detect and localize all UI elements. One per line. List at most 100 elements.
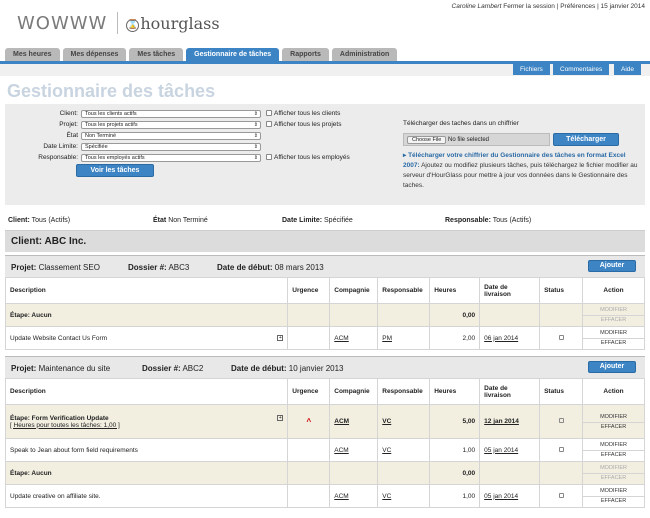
etape-description: Étape: Aucun [4,303,289,327]
user-bar: Caroline Lambert Fermer la session | Pré… [451,3,645,10]
cell-compagnie: ACM [329,404,379,439]
date-limite-select[interactable]: Spécifiée ⇕ [81,143,261,151]
client-select[interactable]: Tous les clients actifs ⇕ [81,110,261,118]
tab-mes-depenses[interactable]: Mes dépenses [62,48,127,61]
status-checkbox[interactable] [558,446,564,452]
modifier-button[interactable]: MODIFIER [583,413,644,422]
col-status: Status [539,378,584,405]
compagnie-link[interactable]: ACM [334,447,348,454]
responsable-link[interactable]: VC [382,493,391,500]
logout-link[interactable]: Fermer la session [503,3,555,10]
table-row: Étape: Aucun 0,00 MODIFIER EFFACER [4,303,645,327]
col-status: Status [539,277,584,304]
compagnie-link[interactable]: ACM [334,418,349,425]
tab-administration[interactable]: Administration [331,48,398,61]
tab-rapports[interactable]: Rapports [282,48,329,61]
projet-filter-label: Projet: [59,121,78,128]
status-checkbox[interactable] [558,334,564,340]
expand-icon[interactable]: + [277,334,284,341]
effacer-button[interactable]: EFFACER [583,450,644,459]
subnav-fichiers[interactable]: Fichiers [513,64,550,75]
modifier-button[interactable]: MODIFIER [583,306,644,315]
date-link[interactable]: 06 jan 2014 [484,335,518,342]
modifier-button[interactable]: MODIFIER [583,464,644,473]
upload-description: Ajoutez ou modifiez plusieurs tâches, pu… [403,162,638,189]
project-value: Classement SEO [38,263,100,272]
cell-empty [479,461,541,485]
responsable-link[interactable]: PM [382,335,392,342]
etape-hours-link[interactable]: [ Heures pour toutes les tâches: 1,00 ] [10,422,120,429]
file-chooser: Choose File No file selected [403,133,550,146]
choose-file-button[interactable]: Choose File [407,136,447,144]
project-name: Projet: Classement SEO [11,263,100,272]
modifier-button[interactable]: MODIFIER [583,329,644,338]
date-link[interactable]: 12 jan 2014 [484,418,519,425]
project-label: Projet: [11,263,37,272]
table-row: Update creative on affiliate site. ACM V… [4,484,645,508]
summary-date-label: Date Limite: [282,217,323,224]
hourglass-wordmark: hourglass [140,13,220,33]
tab-mes-heures[interactable]: Mes heures [5,48,60,61]
tab-gestionnaire-taches[interactable]: Gestionnaire de tâches [186,48,280,61]
upload-instructions: ▸ Télécharger votre chiffrier du Gestion… [403,151,638,191]
expand-icon[interactable]: + [277,414,284,421]
dossier-value: ABC3 [168,263,190,272]
etape-description: + Étape: Form Verification Update[ Heures… [4,404,289,439]
preferences-link[interactable]: Préférences [560,3,595,10]
subnav-commentaires[interactable]: Commentaires [553,64,610,75]
checkbox-icon [266,121,272,128]
checkbox-icon [266,154,272,161]
tab-mes-taches[interactable]: Mes tâches [129,48,184,61]
status-checkbox[interactable] [558,418,564,423]
ajouter-button[interactable]: Ajouter [588,361,636,373]
select-arrow-icon: ⇕ [253,133,258,139]
modifier-button[interactable]: MODIFIER [583,441,644,450]
logo[interactable]: WOWWW ⌛ hourglass [17,12,220,34]
ajouter-button[interactable]: Ajouter [588,260,636,272]
compagnie-link[interactable]: ACM [334,493,348,500]
user-name: Caroline Lambert [451,3,502,10]
responsable-select[interactable]: Tous les employés actifs ⇕ [81,154,261,162]
date-link[interactable]: 05 jan 2014 [484,493,518,500]
projet-select-value: Tous les projets actifs [85,122,138,128]
date-filter-label: Date Limite: [43,143,78,150]
cell-empty [479,303,541,327]
summary-resp-label: Responsable: [445,217,491,224]
cell-heures: 1,00 [429,438,481,462]
current-date: 15 janvier 2014 [600,3,645,10]
responsable-link[interactable]: VC [382,418,391,425]
telecharger-button[interactable]: Télécharger [553,133,619,146]
date-link[interactable]: 05 jan 2014 [484,447,518,454]
cell-date: 12 jan 2014 [479,404,541,439]
cell-action: MODIFIER EFFACER [582,303,645,327]
effacer-button[interactable]: EFFACER [583,338,644,347]
status-checkbox[interactable] [558,492,564,498]
show-all-clients-checkbox[interactable]: Afficher tous les clients [266,110,386,117]
show-all-projects-checkbox[interactable]: Afficher tous les projets [266,121,386,128]
effacer-button[interactable]: EFFACER [583,315,644,324]
effacer-button[interactable]: EFFACER [583,496,644,505]
subnav-aide[interactable]: Aide [614,64,642,75]
cell-status [539,438,584,462]
task-table: Description Urgence Compagnie Responsabl… [4,277,645,350]
etat-select[interactable]: Non Terminé ⇕ [81,132,261,140]
responsable-link[interactable]: VC [382,447,391,454]
col-urgence: Urgence [287,277,331,304]
cell-action: MODIFIER EFFACER [582,438,645,462]
show-all-projects-label: Afficher tous les projets [274,121,342,128]
show-all-employees-checkbox[interactable]: Afficher tous les employés [266,154,396,161]
col-date-livraison: Date de livraison [479,378,541,405]
projet-select[interactable]: Tous les projets actifs ⇕ [81,121,261,129]
modifier-button[interactable]: MODIFIER [583,487,644,496]
cell-compagnie: ACM [329,438,379,462]
effacer-button[interactable]: EFFACER [583,473,644,482]
etape-description-text: Étape: Aucun [10,469,52,477]
hourglass-icon: ⌛ [126,18,140,32]
summary-etat-value: Non Terminé [168,217,208,224]
sub-nav: Fichiers Commentaires Aide [0,64,650,76]
cell-heures: 5,00 [429,404,481,439]
summary-client-value: Tous (Actifs) [31,217,71,224]
effacer-button[interactable]: EFFACER [583,421,644,431]
voir-les-taches-button[interactable]: Voir les tâches [76,164,154,177]
compagnie-link[interactable]: ACM [334,335,348,342]
